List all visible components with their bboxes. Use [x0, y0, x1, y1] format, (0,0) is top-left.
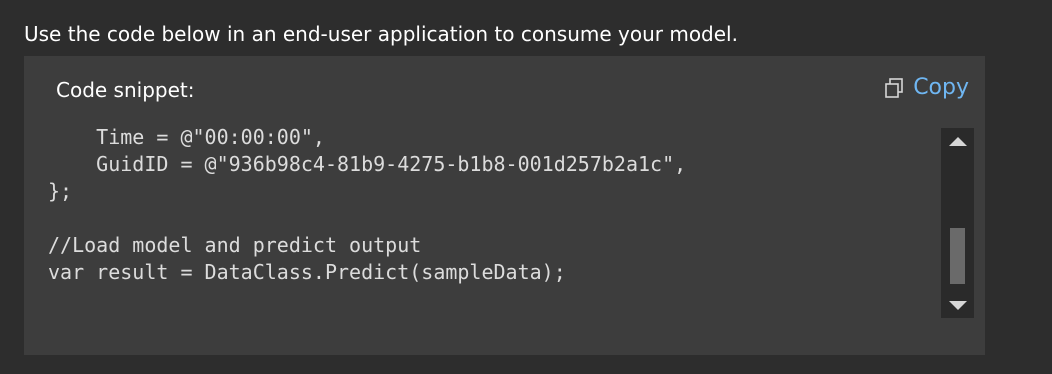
code-snippet-panel: Code snippet: Copy Time = @"00:00:00", G…: [24, 56, 985, 355]
scroll-thumb[interactable]: [950, 228, 965, 284]
scroll-down-button[interactable]: [941, 292, 974, 318]
code-snippet-title: Code snippet:: [56, 78, 195, 102]
code-line: //Load model and predict output: [48, 233, 422, 257]
vertical-scrollbar[interactable]: [941, 128, 974, 318]
copy-icon: [885, 78, 903, 98]
code-line: };: [48, 179, 73, 203]
code-line: var result = DataClass.Predict(sampleDat…: [48, 260, 566, 284]
chevron-down-icon: [948, 300, 967, 310]
code-line: Time = @"00:00:00",: [48, 125, 325, 149]
copy-label: Copy: [913, 75, 969, 100]
instruction-text: Use the code below in an end-user applic…: [24, 22, 738, 46]
code-line: GuidID = @"936b98c4-81b9-4275-b1b8-001d2…: [48, 152, 687, 176]
copy-button[interactable]: Copy: [883, 74, 969, 102]
code-area[interactable]: Time = @"00:00:00", GuidID = @"936b98c4-…: [24, 120, 938, 320]
chevron-up-icon: [948, 136, 967, 146]
scroll-up-button[interactable]: [941, 128, 974, 154]
